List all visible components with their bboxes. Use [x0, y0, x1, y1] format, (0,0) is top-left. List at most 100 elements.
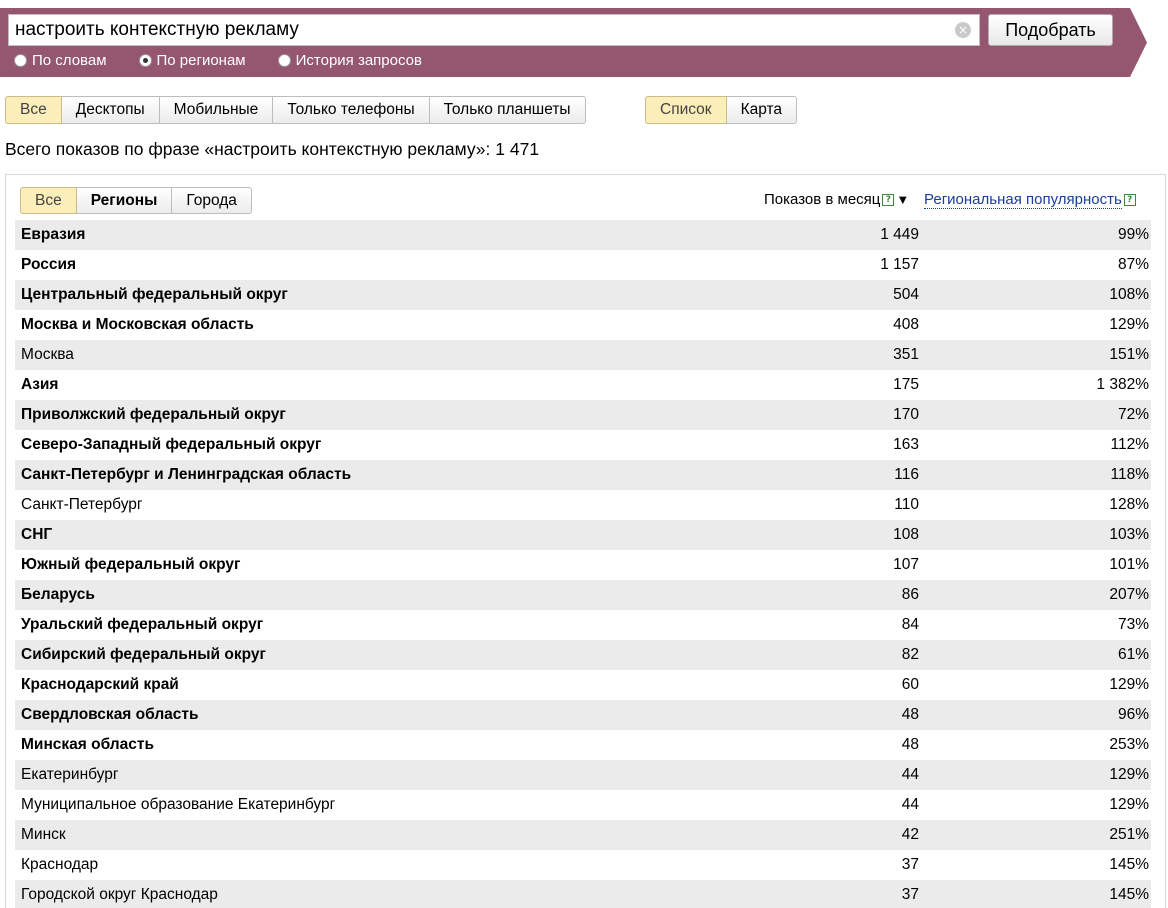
- table-row[interactable]: Москва 351 151%: [15, 340, 1151, 370]
- monthly-shows: 116: [894, 466, 919, 483]
- table-row[interactable]: Евразия 1 449 99%: [15, 220, 1151, 250]
- table-row[interactable]: Приволжский федеральный округ 170 72%: [15, 400, 1151, 430]
- search-input[interactable]: [15, 15, 945, 45]
- region-name[interactable]: Сибирский федеральный округ: [15, 646, 715, 664]
- table-row[interactable]: Азия 175 1 382%: [15, 370, 1151, 400]
- radio-by-regions[interactable]: По регионам: [138, 50, 246, 70]
- region-table: Евразия 1 449 99% Россия 1 157 87% Центральный…: [15, 220, 1151, 908]
- region-name[interactable]: Краснодарский край: [15, 676, 715, 694]
- monthly-shows: 48: [901, 706, 919, 723]
- device-tab-phones-only[interactable]: Только телефоны: [273, 96, 430, 124]
- region-name[interactable]: Евразия: [15, 226, 715, 244]
- regional-popularity: 96%: [1117, 706, 1149, 723]
- pick-button[interactable]: Подобрать: [988, 14, 1113, 46]
- region-name[interactable]: Городской округ Краснодар: [15, 886, 715, 904]
- region-name[interactable]: Беларусь: [15, 586, 715, 604]
- monthly-shows: 86: [901, 586, 919, 603]
- monthly-shows: 351: [893, 346, 919, 363]
- region-name[interactable]: Краснодар: [15, 856, 715, 874]
- monthly-shows: 175: [893, 376, 919, 393]
- monthly-shows: 504: [893, 286, 919, 303]
- device-tab-tablets-only[interactable]: Только планшеты: [429, 96, 586, 124]
- table-row[interactable]: Краснодар 37 145%: [15, 850, 1151, 880]
- view-toggle: Список Карта: [645, 96, 798, 124]
- region-name[interactable]: Уральский федеральный округ: [15, 616, 715, 634]
- region-name[interactable]: Россия: [15, 256, 715, 274]
- region-name[interactable]: СНГ: [15, 526, 715, 544]
- region-name[interactable]: Муниципальное образование Екатеринбург: [15, 796, 715, 814]
- region-name[interactable]: Центральный федеральный округ: [15, 286, 715, 304]
- search-field[interactable]: ×: [8, 14, 980, 46]
- monthly-shows: 82: [901, 646, 919, 663]
- column-header-shows[interactable]: Показов в месяц ? ▼: [764, 191, 909, 208]
- monthly-shows: 108: [893, 526, 919, 543]
- total-shows-summary: Всего показов по фразе «настроить контек…: [5, 139, 540, 159]
- region-name[interactable]: Свердловская область: [15, 706, 715, 724]
- table-row[interactable]: Беларусь 86 207%: [15, 580, 1151, 610]
- column-header-popularity[interactable]: Региональная популярность ?: [924, 191, 1136, 209]
- table-row[interactable]: Уральский федеральный округ 84 73%: [15, 610, 1151, 640]
- view-tab-list[interactable]: Список: [645, 96, 727, 124]
- table-row[interactable]: Минск 42 251%: [15, 820, 1151, 850]
- help-icon[interactable]: ?: [882, 193, 895, 206]
- table-row[interactable]: Городской округ Краснодар 37 145%: [15, 880, 1151, 908]
- table-row[interactable]: Санкт-Петербург и Ленинградская область 1…: [15, 460, 1151, 490]
- table-row[interactable]: СНГ 108 103%: [15, 520, 1151, 550]
- radio-query-history[interactable]: История запросов: [277, 50, 422, 70]
- table-row[interactable]: Северо-Западный федеральный округ 163 112%: [15, 430, 1151, 460]
- table-row[interactable]: Екатеринбург 44 129%: [15, 760, 1151, 790]
- regional-popularity: 118%: [1110, 466, 1150, 483]
- table-row[interactable]: Краснодарский край 60 129%: [15, 670, 1151, 700]
- radio-button-icon[interactable]: [14, 53, 27, 67]
- region-name[interactable]: Приволжский федеральный округ: [15, 406, 715, 424]
- regional-popularity: 108%: [1109, 286, 1149, 303]
- clear-icon[interactable]: ×: [955, 22, 971, 38]
- monthly-shows: 37: [901, 886, 919, 903]
- table-row[interactable]: Южный федеральный округ 107 101%: [15, 550, 1151, 580]
- device-tab-mobile[interactable]: Мобильные: [159, 96, 274, 124]
- region-name[interactable]: Екатеринбург: [15, 766, 715, 784]
- view-tab-map[interactable]: Карта: [726, 96, 798, 124]
- radio-label: По регионам: [156, 51, 246, 69]
- device-tab-all[interactable]: Все: [5, 96, 62, 124]
- column-header-shows-label[interactable]: Показов в месяц: [764, 191, 880, 208]
- region-name[interactable]: Санкт-Петербург и Ленинградская область: [15, 466, 715, 484]
- regional-popularity: 129%: [1109, 676, 1149, 693]
- region-name[interactable]: Москва и Московская область: [15, 316, 715, 334]
- monthly-shows: 60: [901, 676, 919, 693]
- region-tab-all[interactable]: Все: [20, 187, 77, 214]
- monthly-shows: 44: [901, 796, 919, 813]
- monthly-shows: 408: [893, 316, 919, 333]
- regional-popularity: 145%: [1109, 856, 1149, 873]
- table-row[interactable]: Россия 1 157 87%: [15, 250, 1151, 280]
- region-name[interactable]: Азия: [15, 376, 715, 394]
- search-band: × Подобрать По словам По регионам Истори…: [0, 8, 1147, 77]
- region-tab-regions[interactable]: Регионы: [76, 187, 173, 214]
- table-row[interactable]: Москва и Московская область 408 129%: [15, 310, 1151, 340]
- table-row[interactable]: Центральный федеральный округ 504 108%: [15, 280, 1151, 310]
- device-filter: Все Десктопы Мобильные Только телефоны Т…: [5, 96, 586, 124]
- table-row[interactable]: Санкт-Петербург 110 128%: [15, 490, 1151, 520]
- table-row[interactable]: Свердловская область 48 96%: [15, 700, 1151, 730]
- region-name[interactable]: Южный федеральный округ: [15, 556, 715, 574]
- region-name[interactable]: Минская область: [15, 736, 715, 754]
- region-name[interactable]: Москва: [15, 346, 715, 364]
- region-tab-cities[interactable]: Города: [172, 187, 252, 214]
- regional-popularity: 145%: [1109, 886, 1149, 903]
- help-icon[interactable]: ?: [1123, 194, 1136, 206]
- radio-button-icon[interactable]: [277, 53, 291, 67]
- device-tab-desktops[interactable]: Десктопы: [61, 96, 160, 124]
- radio-button-checked-icon[interactable]: [138, 53, 152, 67]
- table-row[interactable]: Муниципальное образование Екатеринбург 44…: [15, 790, 1151, 820]
- search-mode-radios: По словам По регионам История запросов: [14, 50, 454, 70]
- column-header-popularity-link[interactable]: Региональная популярность: [924, 191, 1122, 209]
- regional-popularity: 151%: [1109, 346, 1149, 363]
- region-name[interactable]: Минск: [15, 826, 715, 844]
- sort-descending-icon[interactable]: ▼: [896, 192, 909, 207]
- table-row[interactable]: Минская область 48 253%: [15, 730, 1151, 760]
- table-row[interactable]: Сибирский федеральный округ 82 61%: [15, 640, 1151, 670]
- monthly-shows: 163: [893, 436, 919, 453]
- region-name[interactable]: Санкт-Петербург: [15, 496, 715, 514]
- radio-by-words[interactable]: По словам: [14, 50, 107, 70]
- region-name[interactable]: Северо-Западный федеральный округ: [15, 436, 715, 454]
